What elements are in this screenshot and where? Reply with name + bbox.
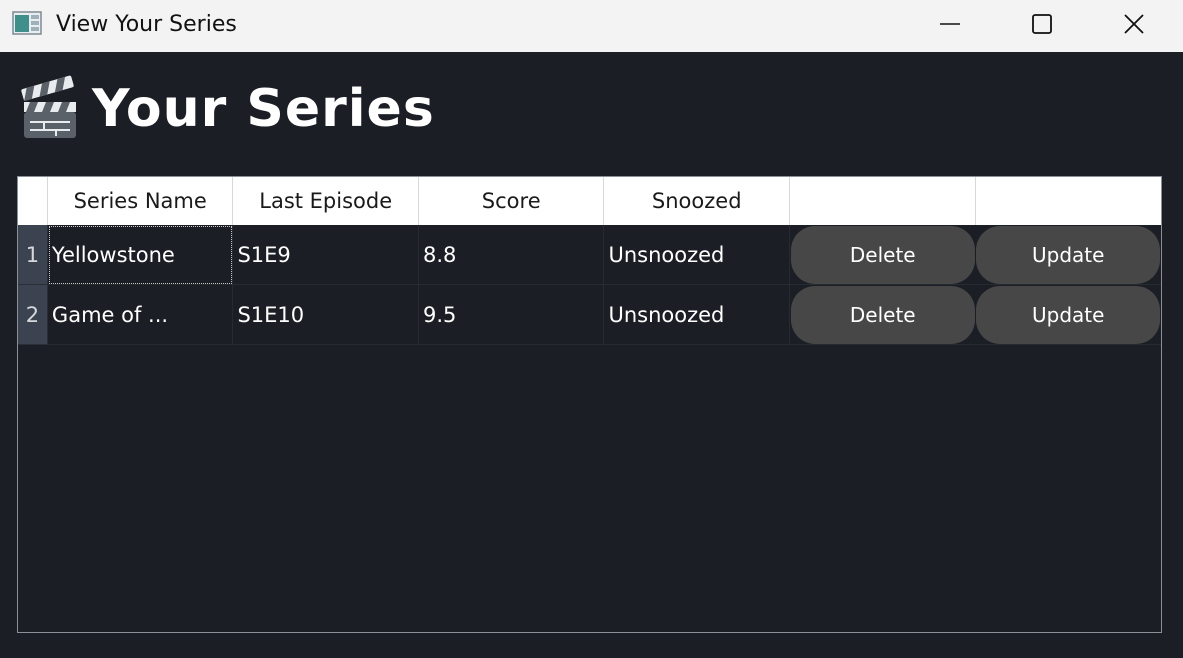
- last-episode-cell[interactable]: S1E9: [233, 225, 419, 285]
- close-button[interactable]: [1088, 0, 1180, 48]
- table-row: 2 Game of ... S1E10 9.5 Unsnoozed Delete…: [18, 285, 1161, 345]
- row-number[interactable]: 2: [18, 285, 48, 345]
- app-window: View Your Series Your Series Series Name…: [0, 0, 1183, 658]
- column-header-update[interactable]: [976, 177, 1162, 225]
- column-header-score[interactable]: Score: [419, 177, 605, 225]
- table-corner-cell[interactable]: [18, 177, 48, 225]
- delete-cell: Delete: [789, 285, 976, 345]
- table-header-row: Series Name Last Episode Score Snoozed: [18, 177, 1161, 225]
- status-bar-edge: [0, 650, 1183, 658]
- column-header-last-episode[interactable]: Last Episode: [233, 177, 419, 225]
- update-button[interactable]: Update: [976, 285, 1161, 344]
- series-name-cell[interactable]: Game of ...: [47, 285, 234, 345]
- series-table: Series Name Last Episode Score Snoozed 1…: [17, 176, 1162, 633]
- series-name-cell[interactable]: Yellowstone: [47, 225, 234, 285]
- update-cell: Update: [975, 225, 1161, 285]
- table-row: 1 Yellowstone S1E9 8.8 Unsnoozed Delete …: [18, 225, 1161, 285]
- delete-button[interactable]: Delete: [790, 225, 975, 284]
- app-window-icon: [12, 11, 42, 35]
- delete-button[interactable]: Delete: [790, 285, 975, 344]
- column-header-snoozed[interactable]: Snoozed: [604, 177, 790, 225]
- clapperboard-icon: [21, 75, 76, 138]
- maximize-button[interactable]: [996, 0, 1088, 48]
- window-title: View Your Series: [56, 12, 237, 37]
- minimize-button[interactable]: [904, 0, 996, 48]
- update-button[interactable]: Update: [976, 225, 1161, 284]
- minimize-icon: [940, 23, 960, 25]
- last-episode-cell[interactable]: S1E10: [233, 285, 419, 345]
- column-header-delete[interactable]: [790, 177, 976, 225]
- column-header-series-name[interactable]: Series Name: [48, 177, 234, 225]
- delete-cell: Delete: [789, 225, 976, 285]
- snoozed-cell[interactable]: Unsnoozed: [604, 285, 790, 345]
- update-cell: Update: [975, 285, 1161, 345]
- title-bar: View Your Series: [0, 0, 1183, 52]
- page-header: Your Series: [0, 52, 1183, 174]
- close-icon: [1124, 14, 1144, 34]
- score-cell[interactable]: 8.8: [418, 225, 605, 285]
- score-cell[interactable]: 9.5: [418, 285, 605, 345]
- page-title: Your Series: [92, 79, 435, 139]
- row-number[interactable]: 1: [18, 225, 48, 285]
- snoozed-cell[interactable]: Unsnoozed: [604, 225, 790, 285]
- maximize-icon: [1032, 14, 1052, 34]
